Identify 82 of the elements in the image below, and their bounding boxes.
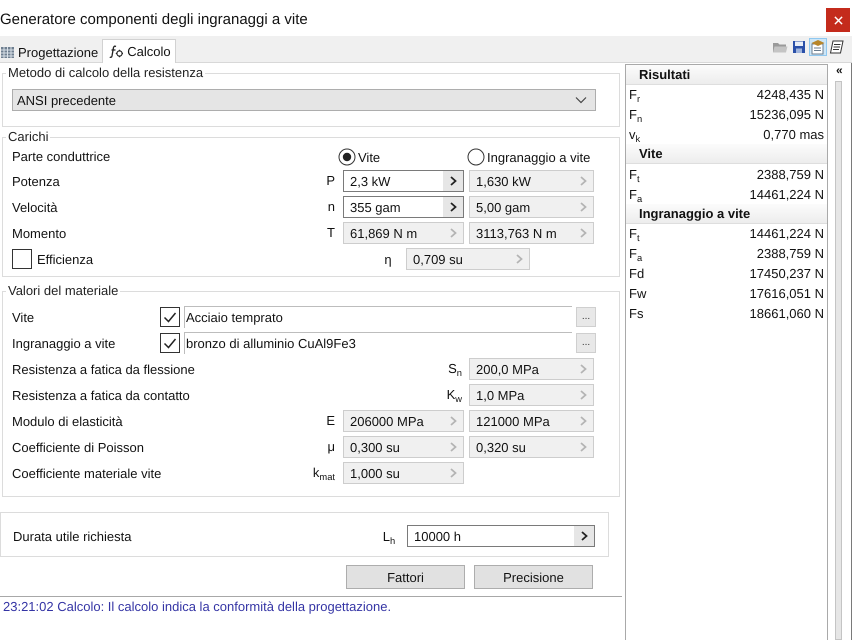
field-label: Parte conduttrice (12, 148, 112, 166)
result-value: 17616,051 N (750, 286, 824, 301)
method-dropdown[interactable]: ANSI precedente (12, 89, 596, 111)
section-heading: Ingranaggio a vite (626, 204, 827, 224)
field-label: Modulo di elasticità (12, 414, 124, 428)
field-label: Resistenza a fatica da contatto (12, 388, 191, 402)
material-field[interactable]: bronzo di alluminio CuAl9Fe3 (184, 332, 572, 354)
result-label: Fw (629, 286, 646, 301)
radio-button[interactable] (467, 148, 485, 166)
result-label: F$_{t}$ (629, 226, 640, 242)
formula-icon (109, 45, 124, 58)
field-label: Coefficiente di Poisson (12, 440, 146, 454)
chevron-right-icon[interactable] (443, 197, 463, 217)
panel-splitter[interactable] (835, 81, 842, 640)
group-title: Valori del materiale (7, 284, 120, 298)
result-label: F$_{a}$ (629, 246, 642, 262)
push-button[interactable]: Precisione (474, 565, 593, 589)
checkbox[interactable] (12, 249, 32, 269)
document-cap-icon[interactable] (809, 38, 827, 56)
result-label: F$_{n}$ (629, 107, 642, 122)
symbol-label: n (328, 199, 336, 215)
push-button[interactable]: Fattori (346, 565, 465, 589)
field-label: Resistenza a fatica da flessione (12, 362, 196, 376)
field-label: Coefficiente materiale vite (12, 466, 162, 480)
result-label: F$_{t}$ (629, 166, 640, 182)
field-label: Ingranaggio a vite (12, 336, 116, 350)
symbol-label: P (326, 173, 336, 189)
browse-button[interactable]: ... (576, 333, 596, 353)
close-icon (834, 16, 842, 24)
result-value: 18661,060 N (750, 306, 824, 321)
grid-pattern-icon (1, 46, 14, 58)
result-label: F$_{a}$ (629, 186, 642, 202)
close-button[interactable] (826, 8, 850, 32)
browse-button[interactable]: ... (576, 307, 596, 327)
section-heading: Risultati (626, 65, 827, 85)
result-value: 15236,095 N (750, 107, 824, 122)
symbol-label: η (383, 252, 393, 266)
symbol-label: E (326, 413, 336, 429)
field-label: Velocità (12, 200, 59, 214)
value-field[interactable]: 10000 h (407, 525, 595, 547)
result-label: F$_{r}$ (629, 87, 640, 102)
result-value: 2388,759 N (756, 166, 824, 182)
radio-label: Vite (358, 150, 380, 164)
checkbox[interactable] (160, 307, 180, 327)
symbol-label: L$_{h}$ (382, 528, 396, 544)
field-label: Durata utile richiesta (13, 528, 132, 544)
chevron-right-icon[interactable] (574, 526, 594, 546)
checkbox-label: Efficienza (37, 252, 94, 266)
result-label: Fs (629, 306, 644, 321)
document-pencil-icon[interactable] (828, 38, 846, 56)
result-label: v$_{k}$ (629, 126, 640, 142)
result-value: 4248,435 N (756, 87, 824, 102)
group-title: Carichi (7, 130, 50, 144)
log-message: 23:21:02 Calcolo: Il calcolo indica la conformità della progettazione. (3, 599, 392, 614)
chevron-right-icon[interactable] (443, 171, 463, 191)
result-value: 2388,759 N (756, 246, 824, 262)
value-field[interactable]: 355 gam (343, 196, 464, 218)
symbol-label: K$_{w}$ (446, 387, 463, 403)
tab[interactable]: Progettazione (0, 40, 102, 63)
material-field[interactable]: Acciaio temprato (184, 306, 572, 328)
group-title: Metodo di calcolo della resistenza (7, 66, 204, 80)
symbol-label: T (327, 225, 336, 241)
symbol-label: μ (328, 439, 336, 455)
radio-label: Ingranaggio a vite (487, 150, 590, 164)
result-value: 0,770 mas (763, 126, 824, 142)
radio-button[interactable] (338, 148, 356, 166)
result-label: Fd (629, 266, 644, 281)
field-label: Vite (12, 310, 36, 324)
result-value: 14461,224 N (750, 226, 824, 242)
result-value: 17450,237 N (750, 266, 824, 281)
collapse-button[interactable]: « (836, 63, 843, 77)
section-heading: Vite (626, 144, 827, 164)
window-title: Generatore componenti degli ingranaggi a vite (0, 10, 308, 28)
result-value: 14461,224 N (750, 186, 824, 202)
checkbox[interactable] (160, 333, 180, 353)
symbol-label: k$_{mat}$ (312, 465, 336, 481)
value-field[interactable]: 2,3 kW (343, 170, 464, 192)
field-label: Momento (12, 226, 68, 240)
symbol-label: S$_{n}$ (448, 361, 463, 377)
tab[interactable]: Calcolo (102, 39, 176, 63)
chevron-down-icon (575, 96, 587, 104)
field-label: Potenza (12, 174, 61, 188)
